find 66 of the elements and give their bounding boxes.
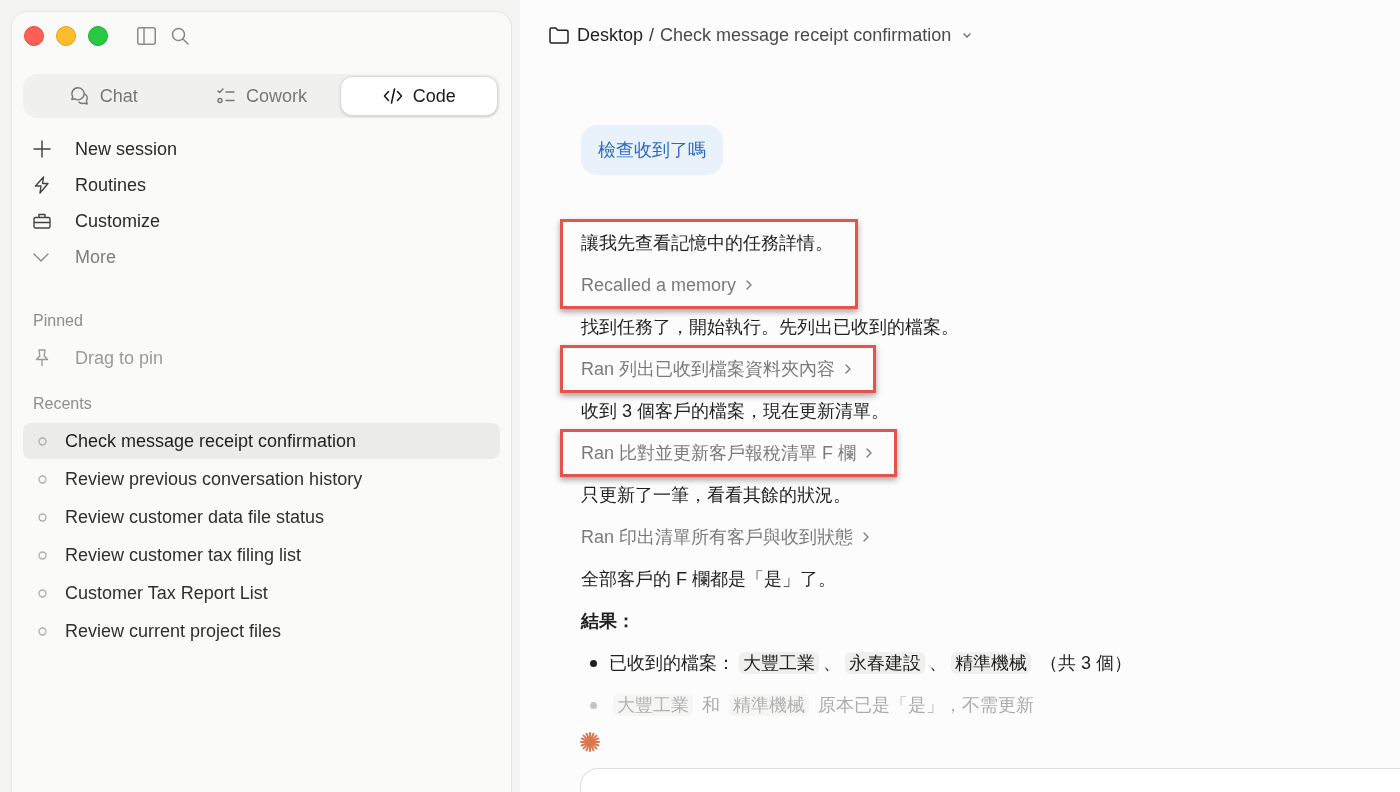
- chevron-right-icon: [863, 532, 870, 542]
- recent-session-item[interactable]: Review customer tax filing list: [23, 537, 500, 573]
- code-chip: 精準機械: [951, 652, 1031, 674]
- tool-call-row[interactable]: Ran 比對並更新客戶報稅清單 F 欄: [581, 438, 873, 468]
- assistant-message-text: 找到任務了，開始執行。先列出已收到的檔案。: [581, 316, 959, 339]
- message-input-field[interactable]: [580, 768, 1400, 792]
- conversation-title-button[interactable]: Check message receipt confirmation: [660, 21, 972, 49]
- lightning-bolt-icon: [33, 176, 51, 194]
- mode-tab[interactable]: Cowork: [182, 76, 341, 116]
- recent-session-item[interactable]: Check message receipt confirmation: [23, 423, 500, 459]
- recent-session-item[interactable]: Review customer data file status: [23, 499, 500, 535]
- close-button[interactable]: [24, 26, 44, 46]
- breadcrumb-separator: /: [649, 23, 655, 47]
- assistant-message-text: 全部客戶的 F 欄都是「是」了。: [581, 568, 836, 591]
- code-chip: 永春建設: [845, 652, 925, 674]
- plus-icon: [33, 140, 51, 158]
- section-heading: Pinned: [32, 311, 84, 331]
- search-icon[interactable]: [171, 27, 189, 45]
- chevron-down-icon: [963, 32, 972, 38]
- nav-item[interactable]: More: [23, 239, 500, 275]
- bullet-icon: [590, 701, 597, 709]
- minimize-button[interactable]: [56, 26, 76, 46]
- tool-call-row[interactable]: Ran 列出已收到檔案資料夾內容: [581, 354, 852, 384]
- recent-session-item[interactable]: Review current project files: [23, 613, 500, 649]
- circle-icon: [38, 550, 47, 560]
- list-item-text: 大豐工業 和 精準機械 原本已是「是」，不需更新: [609, 692, 1035, 718]
- chevron-down-icon: [33, 252, 49, 262]
- list-item-text: 已收到的檔案： 大豐工業 、 永春建設 、 精準機械 （共 3 個）: [609, 651, 1132, 676]
- tool-call-row[interactable]: Recalled a memory: [581, 270, 753, 300]
- circle-icon: [38, 474, 47, 484]
- circle-icon: [38, 626, 47, 636]
- breadcrumb-folder-link[interactable]: Desktop: [577, 21, 644, 49]
- code-chip: 大豐工業: [739, 652, 819, 674]
- pin-icon: [34, 349, 50, 367]
- recent-session-item[interactable]: Review previous conversation history: [23, 461, 500, 497]
- maximize-button[interactable]: [88, 26, 108, 46]
- sidebar-icon[interactable]: [137, 27, 156, 45]
- chevron-right-icon: [845, 364, 852, 374]
- nav-item[interactable]: New session: [23, 131, 500, 167]
- assistant-message-text: 收到 3 個客戶的檔案，現在更新清單。: [581, 400, 889, 423]
- code-icon: [382, 86, 403, 106]
- circle-icon: [38, 436, 47, 446]
- chevron-right-icon: [746, 280, 753, 290]
- recent-session-item[interactable]: Customer Tax Report List: [23, 575, 500, 611]
- code-chip: 精準機械: [729, 694, 809, 716]
- chat-bubbles-icon: [69, 86, 90, 106]
- nav-item[interactable]: Routines: [23, 167, 500, 203]
- chevron-right-icon: [866, 448, 873, 458]
- circle-icon: [38, 588, 47, 598]
- briefcase-icon: [33, 213, 51, 229]
- assistant-message-text: 只更新了一筆，看看其餘的狀況。: [581, 484, 851, 507]
- bullet-icon: [590, 659, 597, 667]
- assistant-message-text: 讓我先查看記憶中的任務詳情。: [581, 232, 833, 255]
- starburst-icon: [580, 732, 600, 752]
- result-heading: 結果：: [581, 610, 635, 633]
- user-message-bubble: 檢查收到了嗎: [581, 125, 723, 175]
- section-heading: Recents: [32, 394, 93, 414]
- drag-to-pin-hint: Drag to pin: [75, 346, 164, 370]
- mode-tab[interactable]: Code: [340, 76, 498, 116]
- mode-tab[interactable]: Chat: [25, 76, 183, 116]
- code-chip: 大豐工業: [613, 694, 693, 716]
- checklist-icon: [216, 86, 236, 106]
- folder-icon: [549, 26, 569, 44]
- tool-call-row[interactable]: Ran 印出清單所有客戶與收到狀態: [581, 522, 870, 552]
- circle-icon: [38, 512, 47, 522]
- nav-item[interactable]: Customize: [23, 203, 500, 239]
